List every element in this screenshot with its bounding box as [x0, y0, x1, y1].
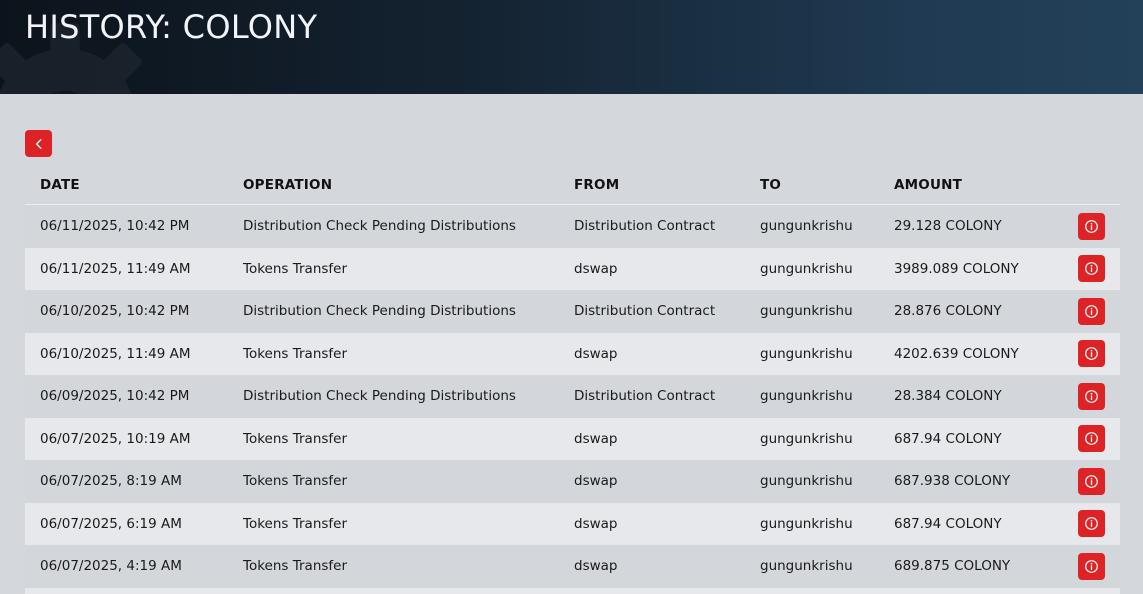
cell-actions [1078, 297, 1105, 325]
cell-amount: 687.938 COLONY [894, 473, 1011, 490]
cell-operation: Tokens Transfer [243, 558, 348, 575]
cell-to: gungunkrishu [760, 260, 853, 277]
cell-actions [1078, 467, 1105, 495]
column-header-amount: AMOUNT [894, 177, 963, 193]
cell-operation: Distribution Check Pending Distributions [243, 303, 516, 320]
cell-to: gungunkrishu [760, 473, 853, 490]
table-row: 06/09/2025, 10:42 PM Distribution Check P… [25, 375, 1120, 418]
table-row: 06/07/2025, 8:19 AM Tokens Transfer dswap g… [25, 460, 1120, 503]
cell-to: gungunkrishu [760, 430, 853, 447]
cell-amount: 28.384 COLONY [894, 388, 1002, 405]
cell-from: dswap [574, 430, 618, 447]
info-circle-icon [1085, 517, 1098, 531]
table-row: 06/07/2025, 10:19 AM Tokens Transfer dswap… [25, 417, 1120, 460]
cell-actions [1078, 552, 1105, 580]
table-next-row-edge [25, 587, 1120, 594]
table-header: DATE OPERATION FROM TO AMOUNT [25, 166, 1120, 205]
info-button[interactable] [1078, 382, 1105, 410]
column-header-operation: OPERATION [243, 177, 333, 193]
cell-actions [1078, 340, 1105, 368]
cell-to: gungunkrishu [760, 515, 853, 532]
info-button[interactable] [1078, 510, 1105, 538]
cell-from: dswap [574, 260, 618, 277]
cell-operation: Distribution Check Pending Distributions [243, 218, 516, 235]
info-button[interactable] [1078, 297, 1105, 325]
cell-amount: 687.94 COLONY [894, 515, 1002, 532]
cell-date: 06/07/2025, 6:19 AM [40, 515, 182, 532]
info-circle-icon [1085, 219, 1098, 233]
back-button[interactable] [25, 130, 52, 157]
cell-amount: 29.128 COLONY [894, 218, 1002, 235]
table-row: 06/11/2025, 11:49 AM Tokens Transfer dswap… [25, 247, 1120, 290]
cell-actions [1078, 382, 1105, 410]
cell-operation: Tokens Transfer [243, 515, 348, 532]
info-circle-icon [1085, 347, 1098, 361]
history-table: DATE OPERATION FROM TO AMOUNT 06/11/2025… [25, 166, 1120, 594]
cell-operation: Tokens Transfer [243, 260, 348, 277]
cell-from: Distribution Contract [574, 218, 716, 235]
table-row: 06/10/2025, 11:49 AM Tokens Transfer dswap… [25, 332, 1120, 375]
page-header: HISTORY: COLONY [0, 0, 1143, 94]
info-circle-icon [1085, 262, 1098, 276]
cell-date: 06/10/2025, 10:42 PM [40, 303, 190, 320]
cell-date: 06/07/2025, 4:19 AM [40, 558, 182, 575]
info-button[interactable] [1078, 467, 1105, 495]
cell-to: gungunkrishu [760, 303, 853, 320]
info-circle-icon [1085, 389, 1098, 403]
cell-operation: Tokens Transfer [243, 430, 348, 447]
column-header-date: DATE [40, 177, 80, 193]
cell-to: gungunkrishu [760, 345, 853, 362]
table-row: 06/07/2025, 6:19 AM Tokens Transfer dswap g… [25, 502, 1120, 545]
cell-amount: 689.875 COLONY [894, 558, 1011, 575]
cell-date: 06/07/2025, 10:19 AM [40, 430, 191, 447]
cell-actions [1078, 510, 1105, 538]
table-row: 06/10/2025, 10:42 PM Distribution Check P… [25, 290, 1120, 333]
info-button[interactable] [1078, 425, 1105, 453]
info-button[interactable] [1078, 340, 1105, 368]
cell-from: dswap [574, 345, 618, 362]
table-row: 06/07/2025, 4:19 AM Tokens Transfer dswap g… [25, 545, 1120, 588]
cell-to: gungunkrishu [760, 558, 853, 575]
cell-date: 06/09/2025, 10:42 PM [40, 388, 190, 405]
cell-actions [1078, 255, 1105, 283]
cell-to: gungunkrishu [760, 388, 853, 405]
cell-amount: 28.876 COLONY [894, 303, 1002, 320]
cell-actions [1078, 212, 1105, 240]
table-body: 06/11/2025, 10:42 PM Distribution Check P… [25, 205, 1120, 588]
column-header-to: TO [760, 177, 782, 193]
cell-operation: Distribution Check Pending Distributions [243, 388, 516, 405]
cell-date: 06/07/2025, 8:19 AM [40, 473, 182, 490]
info-circle-icon [1085, 304, 1098, 318]
cell-from: dswap [574, 515, 618, 532]
column-header-from: FROM [574, 177, 620, 193]
cell-amount: 3989.089 COLONY [894, 260, 1019, 277]
cell-date: 06/11/2025, 10:42 PM [40, 218, 190, 235]
info-button[interactable] [1078, 212, 1105, 240]
page-title: HISTORY: COLONY [25, 8, 318, 46]
info-circle-icon [1085, 559, 1098, 573]
cell-actions [1078, 425, 1105, 453]
cell-from: Distribution Contract [574, 388, 716, 405]
info-button[interactable] [1078, 255, 1105, 283]
cell-from: dswap [574, 473, 618, 490]
cell-date: 06/10/2025, 11:49 AM [40, 345, 191, 362]
cell-from: dswap [574, 558, 618, 575]
cell-amount: 4202.639 COLONY [894, 345, 1019, 362]
cell-date: 06/11/2025, 11:49 AM [40, 260, 191, 277]
chevron-left-icon [35, 138, 41, 149]
info-button[interactable] [1078, 552, 1105, 580]
table-row: 06/11/2025, 10:42 PM Distribution Check P… [25, 205, 1120, 248]
cell-operation: Tokens Transfer [243, 473, 348, 490]
cell-amount: 687.94 COLONY [894, 430, 1002, 447]
cell-operation: Tokens Transfer [243, 345, 348, 362]
info-circle-icon [1085, 474, 1098, 488]
info-circle-icon [1085, 432, 1098, 446]
cell-to: gungunkrishu [760, 218, 853, 235]
cell-from: Distribution Contract [574, 303, 716, 320]
